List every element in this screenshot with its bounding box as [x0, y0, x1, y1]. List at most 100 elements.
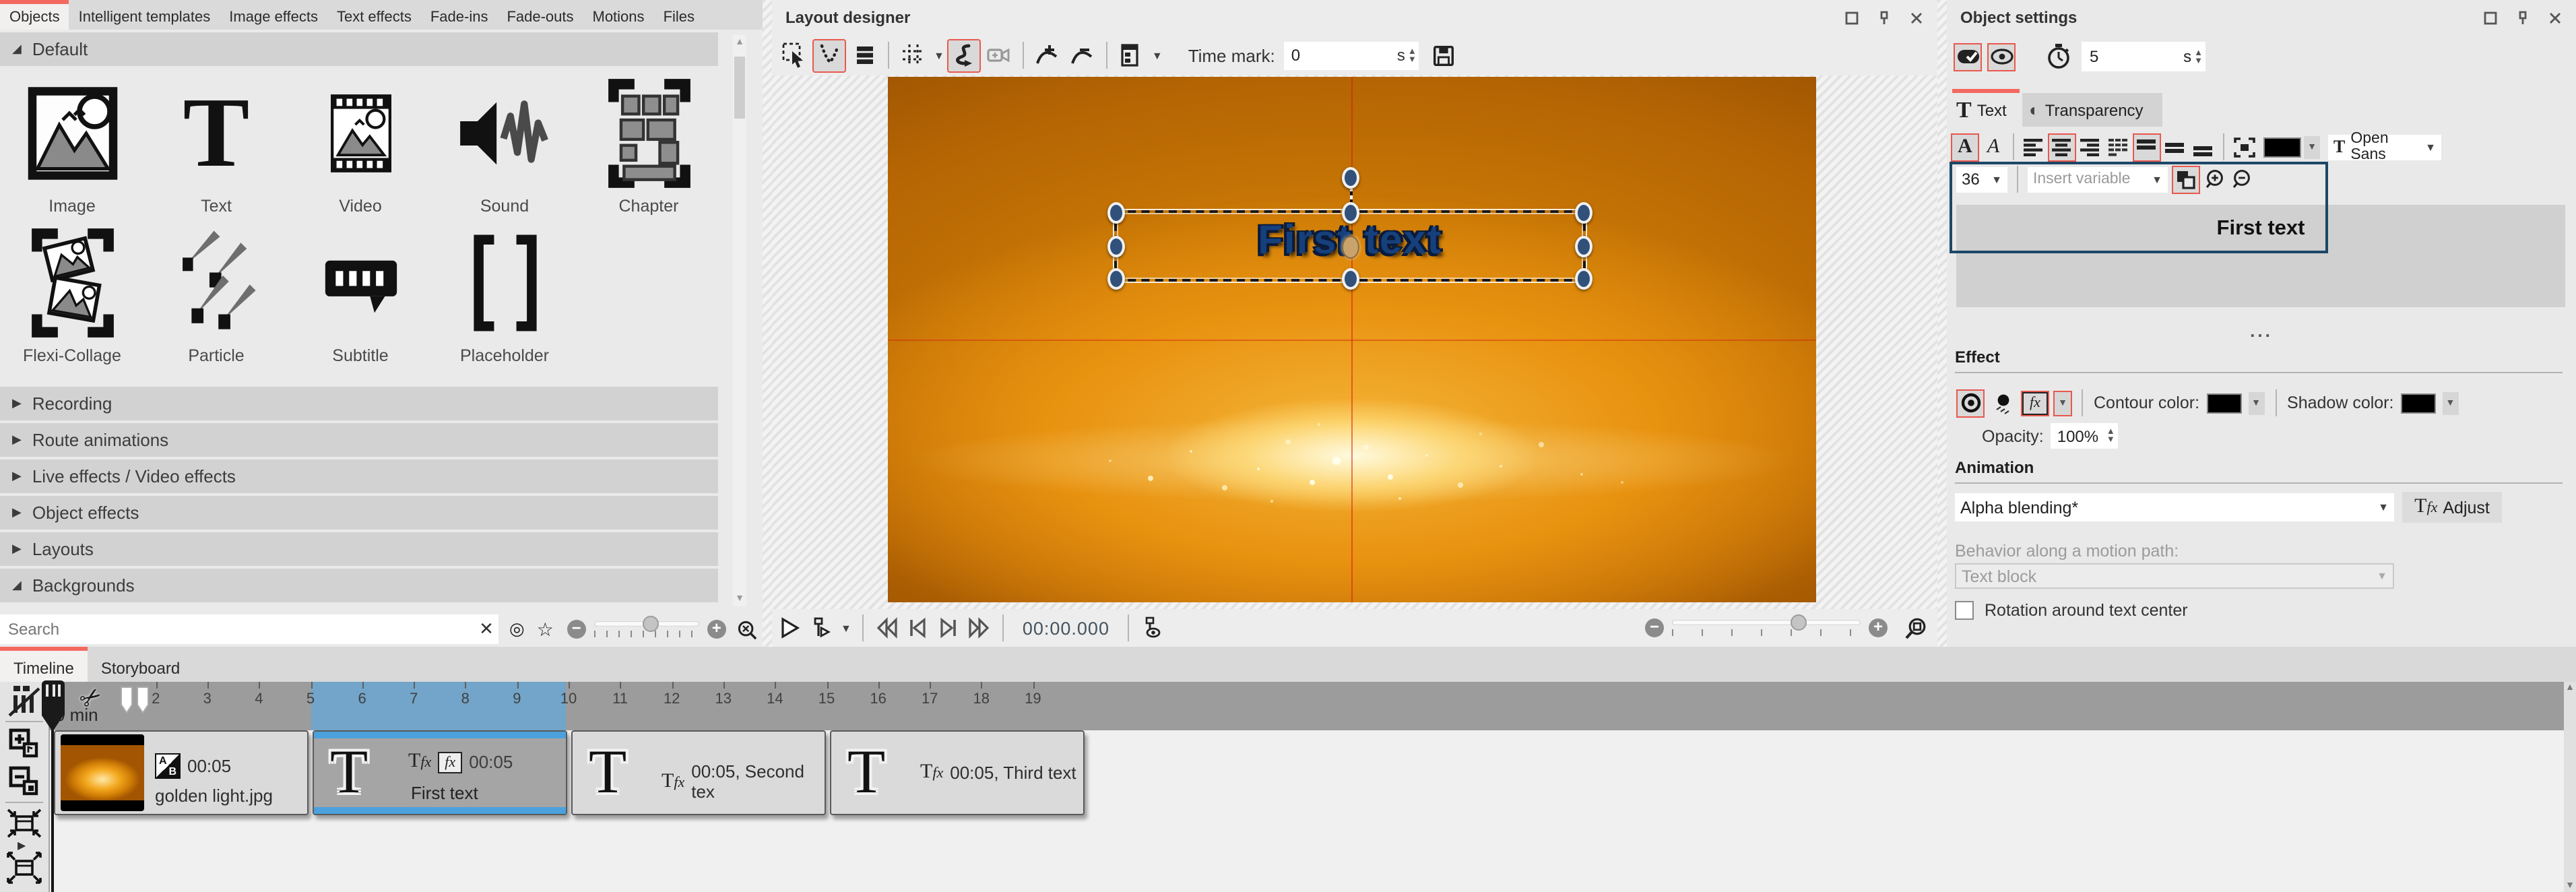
rotate-handle[interactable] — [1342, 167, 1359, 189]
bold-icon[interactable]: A — [1952, 134, 1978, 160]
object-visibility-eye-icon[interactable] — [1989, 44, 2014, 69]
playhead-line[interactable] — [51, 728, 54, 892]
rotation-checkbox[interactable] — [1955, 601, 1974, 620]
menu-tab-intelligent-templates[interactable]: Intelligent templates — [69, 0, 220, 30]
align-center-icon[interactable] — [2049, 134, 2075, 160]
menu-tab-image-effects[interactable]: Image effects — [220, 0, 327, 30]
zoom-out-button[interactable]: − — [567, 620, 586, 639]
text-color-swatch[interactable] — [2263, 137, 2301, 157]
text-selection-box[interactable]: First text — [1114, 210, 1586, 282]
object-item-chapter[interactable]: Chapter — [577, 77, 721, 216]
valign-top-icon[interactable] — [2134, 134, 2160, 160]
object-item-text[interactable]: T Text — [144, 77, 288, 216]
remove-track-icon[interactable] — [8, 765, 40, 798]
remove-curve-point-icon[interactable] — [1067, 40, 1098, 71]
zoom-reset-icon[interactable] — [737, 619, 757, 639]
split-marker-icon[interactable] — [119, 686, 154, 715]
timeline-ruler[interactable]: 0 min ✂ 2345678910111213141516171819 — [49, 682, 2564, 730]
show-motion-path-icon[interactable] — [814, 40, 845, 71]
object-item-placeholder[interactable]: Placeholder — [432, 226, 577, 365]
previous-frame-icon[interactable] — [905, 616, 930, 640]
scroll-up-icon[interactable]: ▲ — [733, 38, 746, 47]
time-mark-stepper[interactable]: ▲▼ — [1405, 48, 1419, 63]
zoom-in-button[interactable]: + — [707, 620, 726, 639]
expander-button[interactable]: ... — [1947, 321, 2576, 341]
preview-canvas[interactable]: First text — [888, 77, 1816, 602]
maximize-icon[interactable] — [2483, 10, 2498, 25]
close-icon[interactable] — [2548, 10, 2563, 25]
marker-visibility-icon[interactable] — [1140, 616, 1165, 640]
menu-tab-text-effects[interactable]: Text effects — [327, 0, 421, 30]
add-curve-point-icon[interactable] — [1032, 40, 1063, 71]
center-anchor-handle[interactable] — [1342, 235, 1359, 258]
search-input[interactable] — [0, 614, 474, 644]
resize-handle-sw[interactable] — [1107, 268, 1125, 290]
timeline-scrollbar[interactable]: ▲ ▼ — [2564, 682, 2576, 892]
valign-middle-icon[interactable] — [2162, 134, 2188, 160]
resize-handle-s[interactable] — [1342, 268, 1359, 290]
contour-toggle-icon[interactable] — [1958, 390, 1983, 416]
section-header-live-effects[interactable]: ▶ Live effects / Video effects — [0, 459, 718, 493]
pin-icon[interactable] — [2515, 10, 2530, 25]
section-header-route-animations[interactable]: ▶ Route animations — [0, 423, 718, 457]
eye-filter-icon[interactable]: ◎ — [509, 618, 525, 640]
animation-select[interactable]: Alpha blending* ▼ — [1955, 493, 2394, 521]
duration-stepper[interactable]: ▲▼ — [2191, 49, 2205, 64]
camera-pan-icon[interactable] — [984, 40, 1015, 71]
time-mark-value[interactable]: 0 — [1291, 46, 1397, 65]
shadow-color-dropdown-icon[interactable]: ▼ — [2442, 391, 2458, 414]
save-view-icon[interactable] — [1429, 40, 1460, 71]
tab-storyboard[interactable]: Storyboard — [88, 647, 193, 682]
thumbnail-size-slider[interactable] — [594, 621, 699, 637]
rewind-icon[interactable] — [874, 616, 899, 640]
text-zoom-out-icon[interactable] — [2231, 168, 2253, 190]
grid-dropdown-icon[interactable]: ▼ — [934, 49, 944, 61]
valign-bottom-icon[interactable] — [2191, 134, 2216, 160]
pin-icon[interactable] — [1877, 10, 1892, 25]
section-header-recording[interactable]: ▶ Recording — [0, 387, 718, 420]
menu-tab-objects[interactable]: Objects — [0, 0, 69, 30]
font-family-select[interactable]: T Open Sans ▼ — [2328, 134, 2441, 160]
menu-tab-files[interactable]: Files — [654, 0, 704, 30]
layers-icon[interactable] — [849, 40, 880, 71]
font-size-select[interactable]: 36 ▼ — [1956, 166, 2007, 192]
layered-view-icon[interactable] — [2173, 166, 2199, 192]
fit-to-window-icon[interactable] — [1904, 616, 1927, 639]
scroll-down-icon[interactable]: ▼ — [733, 594, 746, 604]
menu-tab-fade-ins[interactable]: Fade-ins — [421, 0, 498, 30]
motion-curve-icon[interactable] — [948, 40, 979, 71]
object-item-image[interactable]: Image — [0, 77, 144, 216]
play-from-marker-icon[interactable] — [808, 616, 833, 640]
justify-icon[interactable] — [2106, 134, 2131, 160]
fx-dropdown-icon[interactable]: ▼ — [2055, 391, 2071, 414]
fast-forward-icon[interactable] — [967, 616, 992, 640]
align-right-icon[interactable] — [2078, 134, 2103, 160]
collapse-tracks-icon[interactable] — [7, 808, 42, 838]
object-item-video[interactable]: Video — [288, 77, 432, 216]
scrollbar-thumb[interactable] — [734, 57, 745, 119]
insert-variable-select[interactable]: Insert variable ▼ — [2028, 166, 2168, 192]
canvas-zoom-out-button[interactable]: − — [1645, 618, 1664, 637]
track-mute-icon[interactable] — [8, 684, 40, 717]
section-header-default[interactable]: ◢ Default — [0, 32, 718, 66]
scroll-down-icon[interactable]: ▼ — [2564, 881, 2576, 891]
next-frame-icon[interactable] — [936, 616, 961, 640]
timeline-clip-golden-light[interactable]: AB 00:05 golden light.jpg — [54, 730, 309, 815]
play-icon[interactable] — [777, 616, 802, 640]
expand-tracks-icon[interactable] — [7, 852, 42, 884]
clear-search-icon[interactable]: ✕ — [474, 614, 498, 644]
timeline-clip-first-text[interactable]: T Tfx fx 00:05 First text — [313, 730, 567, 815]
canvas-zoom-in-button[interactable]: + — [1869, 618, 1888, 637]
text-color-dropdown-icon[interactable]: ▼ — [2304, 135, 2320, 158]
shadow-color-swatch[interactable] — [2400, 393, 2435, 413]
text-content-editor[interactable]: First text — [1956, 205, 2565, 307]
contour-color-dropdown-icon[interactable]: ▼ — [2248, 391, 2264, 414]
adjust-animation-button[interactable]: Tfx Adjust — [2402, 492, 2502, 523]
contour-color-swatch[interactable] — [2206, 393, 2241, 413]
panel-splitter[interactable] — [763, 0, 772, 647]
grid-icon[interactable] — [897, 40, 928, 71]
text-zoom-in-icon[interactable] — [2204, 168, 2226, 190]
menu-tab-motions[interactable]: Motions — [583, 0, 654, 30]
track-options-arrow-icon[interactable]: ▶ — [18, 839, 26, 852]
duration-value[interactable]: 5 — [2090, 47, 2183, 66]
